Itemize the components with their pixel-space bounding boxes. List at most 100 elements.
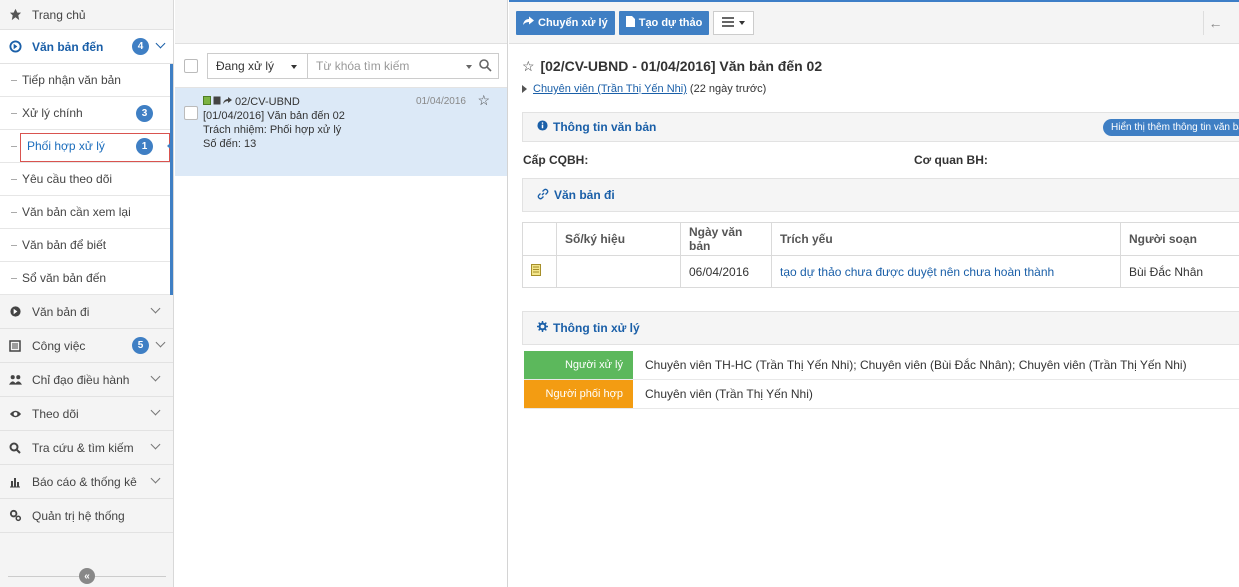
caret-right-icon[interactable] [522, 85, 527, 93]
info-circle-icon [537, 120, 548, 134]
nav-directives[interactable]: Chỉ đạo điều hành [0, 363, 173, 397]
nav-incoming-label: Văn bản đến [32, 39, 104, 54]
status-filter-select[interactable]: Đang xử lý [207, 52, 307, 79]
table-header: Người soạn [1120, 222, 1239, 256]
coordinator-value: Chuyên viên (Trần Thị Yến Nhi) [645, 387, 813, 401]
caret-down-icon [739, 20, 746, 25]
share-icon [523, 16, 534, 29]
table-cell-number [556, 255, 681, 288]
nav-label: Theo dõi [32, 406, 79, 421]
coordinator-row: Người phối hợp Chuyên viên (Trần Thị Yến… [524, 380, 1239, 409]
nav-reports[interactable]: Báo cáo & thống kê [0, 465, 173, 499]
nav-incoming-docs[interactable]: Văn bản đến 4 [0, 30, 173, 64]
table-header-icon-col [522, 222, 557, 256]
issuer-level-label: Cấp CQBH: [523, 153, 589, 167]
nav-label: Quản trị hệ thống [32, 508, 125, 523]
chevron-down-icon [150, 371, 161, 382]
star-icon[interactable]: ☆ [477, 92, 490, 109]
search-input[interactable] [316, 58, 456, 73]
collapse-sidebar-button[interactable]: « [79, 568, 95, 584]
list-icon [8, 339, 22, 353]
tasks-count-badge: 5 [132, 337, 149, 354]
arrow-circle-icon [8, 40, 22, 54]
sidebar-item-follow-request[interactable]: Yêu cầu theo dõi [0, 163, 170, 196]
table-row[interactable]: 06/04/2016 tạo dự thảo chưa được duyệt n… [522, 255, 1239, 288]
sidebar-item-label: Văn bản cần xem lại [22, 205, 131, 219]
processing-info-panel-header: Thông tin xử lý [522, 311, 1239, 345]
gears-icon [8, 509, 22, 523]
processor-row: Người xử lý Chuyên viên TH-HC (Trần Thị … [524, 351, 1239, 380]
table-cell-date: 06/04/2016 [680, 255, 772, 288]
table-cell-summary-link[interactable]: tạo dự thảo chưa được duyệt nên chưa hoà… [771, 255, 1121, 288]
row-checkbox[interactable] [184, 106, 198, 120]
nav-label: Chỉ đạo điều hành [32, 372, 130, 387]
document-icon[interactable] [531, 264, 541, 279]
star-icon[interactable]: ☆ [522, 58, 535, 74]
sidebar-item-label: Tiếp nhận văn bản [22, 73, 121, 87]
nav-search[interactable]: Tra cứu & tìm kiếm [0, 431, 173, 465]
table-header-row: Số/ký hiệu Ngày văn bản Trích yếu Người … [522, 222, 1239, 256]
nav-label: Văn bản đi [32, 304, 90, 319]
caret-down-icon[interactable] [466, 64, 472, 69]
back-button[interactable]: ← [1203, 11, 1227, 35]
incoming-count-badge: 4 [132, 38, 149, 55]
nav-home-label: Trang chủ [32, 7, 86, 22]
active-pointer-icon [167, 138, 173, 154]
chevron-down-icon [155, 337, 166, 348]
processor-value: Chuyên viên TH-HC (Trần Thị Yến Nhi); Ch… [645, 358, 1187, 372]
sidebar-item-label: Phối hợp xử lý [27, 139, 105, 153]
sidebar-item-register[interactable]: Sổ văn bản đến [0, 262, 170, 295]
sidebar-item-label: Văn bản để biết [22, 238, 107, 252]
caret-down-icon [291, 64, 297, 69]
document-title-row: ☆ [02/CV-UBND - 01/04/2016] Văn bản đến … [509, 44, 1239, 78]
document-detail-pane: Chuyển xử lý Tạo dự thảo ← ☆ [02/CV-UBND… [509, 0, 1239, 587]
show-more-info-button[interactable]: Hiển thị thêm thông tin văn bản [1103, 119, 1239, 136]
nav-label: Công việc [32, 338, 86, 353]
select-all-checkbox[interactable] [184, 58, 198, 73]
nav-tasks[interactable]: Công việc 5 [0, 329, 173, 363]
sidebar-item-receive[interactable]: Tiếp nhận văn bản [0, 64, 170, 97]
nav-label: Tra cứu & tìm kiếm [32, 440, 134, 455]
nav-outgoing-docs[interactable]: Văn bản đi [0, 295, 173, 329]
doc-info-title: Thông tin văn bản [553, 120, 657, 134]
book-icon [213, 96, 221, 108]
processing-info-title: Thông tin xử lý [553, 321, 640, 335]
sidebar-item-review[interactable]: Văn bản cần xem lại [0, 196, 170, 229]
chevron-down-icon [150, 439, 161, 450]
tachometer-icon [8, 8, 22, 22]
share-icon [223, 96, 232, 108]
more-actions-menu-button[interactable] [713, 10, 755, 35]
sidebar-item-main-processing[interactable]: Xử lý chính 3 [0, 97, 170, 130]
doc-incoming-number: Số đến: 13 [203, 138, 257, 150]
search-icon[interactable] [478, 58, 492, 75]
forward-processing-button[interactable]: Chuyển xử lý [516, 10, 615, 35]
assignee-row: Chuyên viên (Trần Thị Yến Nhi) (22 ngày … [509, 78, 1239, 100]
doc-code: 02/CV-UBND [235, 96, 300, 108]
table-cell-author: Bùi Đắc Nhân [1120, 255, 1239, 288]
chevron-down-icon [150, 405, 161, 416]
hamburger-icon [722, 16, 735, 30]
issuer-row: Cấp CQBH: Cơ quan BH: [509, 142, 1239, 178]
create-draft-button[interactable]: Tạo dự thảo [618, 10, 710, 35]
sidebar-item-coordinate-processing[interactable]: Phối hợp xử lý 1 [0, 130, 173, 163]
sidebar-item-for-info[interactable]: Văn bản để biết [0, 229, 170, 262]
detail-toolbar: Chuyển xử lý Tạo dự thảo ← [509, 0, 1239, 44]
list-item[interactable]: 02/CV-UBND 01/04/2016 ☆ [01/04/2016] Văn… [175, 88, 507, 176]
nav-tracking[interactable]: Theo dõi [0, 397, 173, 431]
coordinate-badge: 1 [136, 138, 153, 155]
nav-home[interactable]: Trang chủ [0, 0, 173, 30]
link-icon [537, 188, 549, 203]
sidebar: Trang chủ Văn bản đến 4 Tiếp nhận văn bả… [0, 0, 174, 587]
table-cell-icon [522, 255, 557, 288]
main-processing-badge: 3 [136, 105, 153, 122]
doc-info-panel-header: Thông tin văn bản Hiển thị thêm thông ti… [522, 112, 1239, 142]
issuing-agency-label: Cơ quan BH: [914, 153, 988, 167]
nav-admin[interactable]: Quản trị hệ thống [0, 499, 173, 533]
assignee-link[interactable]: Chuyên viên (Trần Thị Yến Nhi) [533, 83, 687, 95]
forward-processing-label: Chuyển xử lý [538, 16, 608, 29]
document-list-pane: Đang xử lý 02/CV- [175, 0, 508, 587]
list-filter-bar: Đang xử lý [175, 44, 507, 88]
users-icon [8, 373, 22, 387]
sidebar-collapse-bar: « [0, 565, 173, 587]
bar-chart-icon [8, 475, 22, 489]
